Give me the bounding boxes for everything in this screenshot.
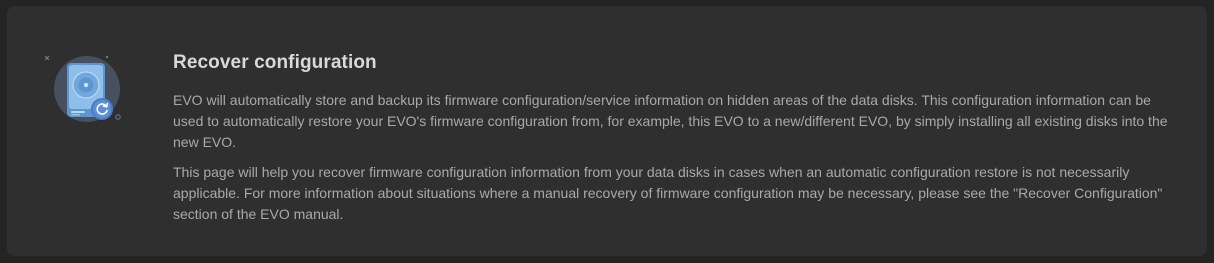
illustration: [44, 53, 125, 123]
recover-configuration-panel: Recover configuration EVO will automatic…: [7, 6, 1207, 256]
description-paragraph-2: This page will help you recover firmware…: [173, 164, 1163, 222]
description-paragraph-1: EVO will automatically store and backup …: [173, 92, 1168, 150]
section-title: Recover configuration: [173, 52, 377, 73]
disk-recover-icon: [44, 55, 121, 122]
content: Recover configuration EVO will automatic…: [173, 52, 1183, 225]
